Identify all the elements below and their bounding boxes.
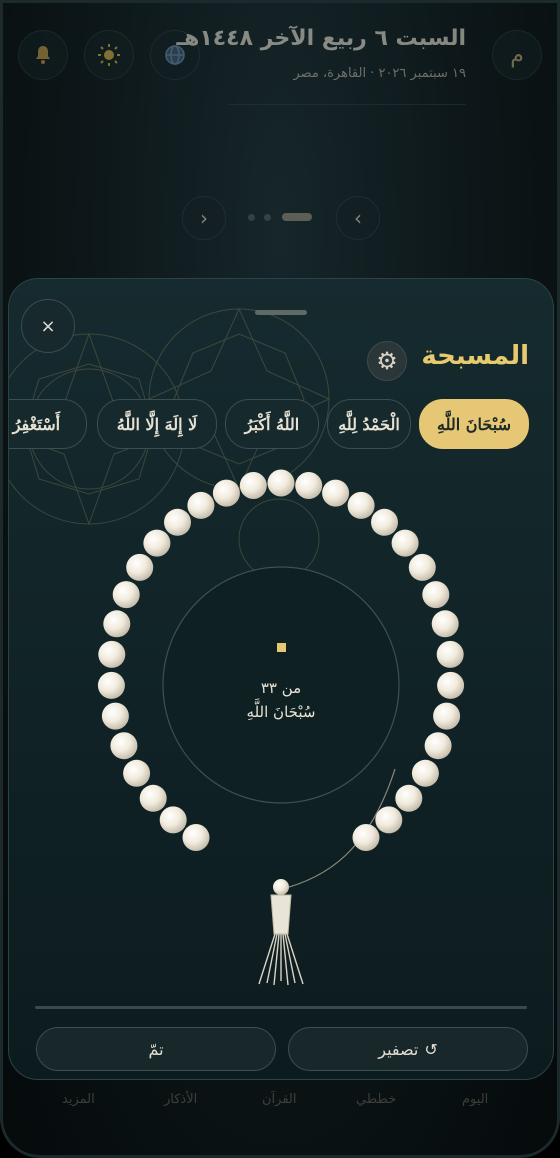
pager-dot[interactable] xyxy=(264,214,271,221)
bead xyxy=(322,479,350,507)
bead xyxy=(391,529,419,557)
close-icon: × xyxy=(40,315,56,337)
bead xyxy=(112,581,140,609)
bead xyxy=(164,508,191,536)
nav-item-today[interactable]: اليوم xyxy=(462,1092,488,1107)
gear-icon[interactable]: ⚙ xyxy=(367,341,407,381)
dhikr-chips: سُبْحَانَ اللَّهِ الْحَمْدُ لِلَّهِ اللَ… xyxy=(9,399,553,451)
reset-icon: ↺ xyxy=(424,1039,438,1059)
bead xyxy=(437,671,465,699)
bead xyxy=(395,784,423,812)
bead xyxy=(267,469,295,497)
prev-card-button[interactable]: ‹ xyxy=(336,196,380,240)
next-card-button[interactable]: › xyxy=(182,196,226,240)
tassel-head xyxy=(270,894,292,935)
bead xyxy=(433,702,461,730)
bead xyxy=(101,702,129,730)
bead xyxy=(123,759,151,787)
bead xyxy=(375,806,403,834)
bead xyxy=(182,824,210,851)
dhikr-chip-allahuakbar[interactable]: اللَّهُ أَكْبَرُ xyxy=(225,399,319,449)
bead xyxy=(371,508,398,536)
bead xyxy=(110,732,138,760)
bead xyxy=(408,553,436,581)
bead xyxy=(295,472,323,499)
nav-item-quran[interactable]: القرآن xyxy=(262,1092,296,1107)
tassel-threads xyxy=(258,933,304,986)
bead xyxy=(436,640,464,668)
tassel xyxy=(258,879,304,986)
counter-indicator xyxy=(277,643,286,652)
tassel-cap-bead xyxy=(273,879,289,895)
tasbih-beads[interactable]: من ٣٣ سُبْحَانَ اللَّهِ xyxy=(9,469,553,999)
progress-track xyxy=(35,1006,527,1009)
dhikr-chip-alhamdulillah[interactable]: الْحَمْدُ لِلَّهِ xyxy=(327,399,411,449)
bead xyxy=(239,472,267,499)
header-divider xyxy=(228,104,466,105)
bead xyxy=(347,491,375,519)
nav-item-more[interactable]: المزيد xyxy=(62,1092,95,1107)
nav-item-adhkar[interactable]: الأذكار xyxy=(164,1092,197,1107)
pager-dot[interactable] xyxy=(248,214,255,221)
card-pager: › ‹ xyxy=(0,196,560,240)
bead xyxy=(98,640,126,668)
pager-dot-active[interactable] xyxy=(282,213,312,221)
profile-avatar[interactable]: م xyxy=(492,30,542,80)
bead xyxy=(126,553,154,581)
hijri-date: السبت ٦ ربيع الآخر ١٤٤٨هـ xyxy=(176,26,466,51)
phone-screen: السبت ٦ ربيع الآخر ١٤٤٨هـ ١٩ سبتمبر ٢٠٢٦… xyxy=(0,0,560,1158)
reset-button[interactable]: ↺ تصفير xyxy=(288,1027,528,1071)
sun-icon[interactable] xyxy=(84,30,134,80)
close-button[interactable]: × xyxy=(21,299,75,353)
profile-initial: م xyxy=(510,42,524,68)
bead xyxy=(139,784,167,812)
app-header: السبت ٦ ربيع الآخر ١٤٤٨هـ ١٩ سبتمبر ٢٠٢٦… xyxy=(0,0,560,110)
reset-label: تصفير xyxy=(378,1039,419,1059)
nav-item-plans[interactable]: خططي xyxy=(356,1092,396,1107)
bead xyxy=(411,759,439,787)
sheet-title: المسبحة xyxy=(421,341,529,371)
bead xyxy=(352,824,380,851)
bell-icon[interactable] xyxy=(18,30,68,80)
bottom-nav: اليوم خططي القرآن الأذكار المزيد xyxy=(0,1092,560,1116)
bead xyxy=(97,671,125,699)
done-button[interactable]: تمّ xyxy=(36,1027,276,1071)
counter-dhikr-label: سُبْحَانَ اللَّهِ xyxy=(247,699,316,721)
gregorian-date-location: ١٩ سبتمبر ٢٠٢٦ · القاهرة، مصر xyxy=(293,66,466,81)
done-label: تمّ xyxy=(148,1039,164,1059)
bead xyxy=(159,806,187,834)
bead xyxy=(422,581,450,609)
bead xyxy=(212,479,240,507)
tasbih-sheet: × المسبحة ⚙ سُبْحَانَ اللَّهِ الْحَمْدُ … xyxy=(8,278,554,1080)
counter-target-label: من ٣٣ xyxy=(261,679,301,697)
sheet-drag-handle[interactable] xyxy=(255,310,307,315)
bead xyxy=(431,610,459,638)
bead xyxy=(424,732,452,760)
dhikr-chip-subhanallah[interactable]: سُبْحَانَ اللَّهِ xyxy=(419,399,529,449)
dhikr-chip-istighfar[interactable]: أَسْتَغْفِرُ اللَّهَ xyxy=(9,399,87,449)
dhikr-chip-tahlil[interactable]: لَا إِلَهَ إِلَّا اللَّهُ xyxy=(97,399,217,449)
bead xyxy=(187,491,215,519)
bead xyxy=(103,610,131,638)
bead xyxy=(143,529,171,557)
